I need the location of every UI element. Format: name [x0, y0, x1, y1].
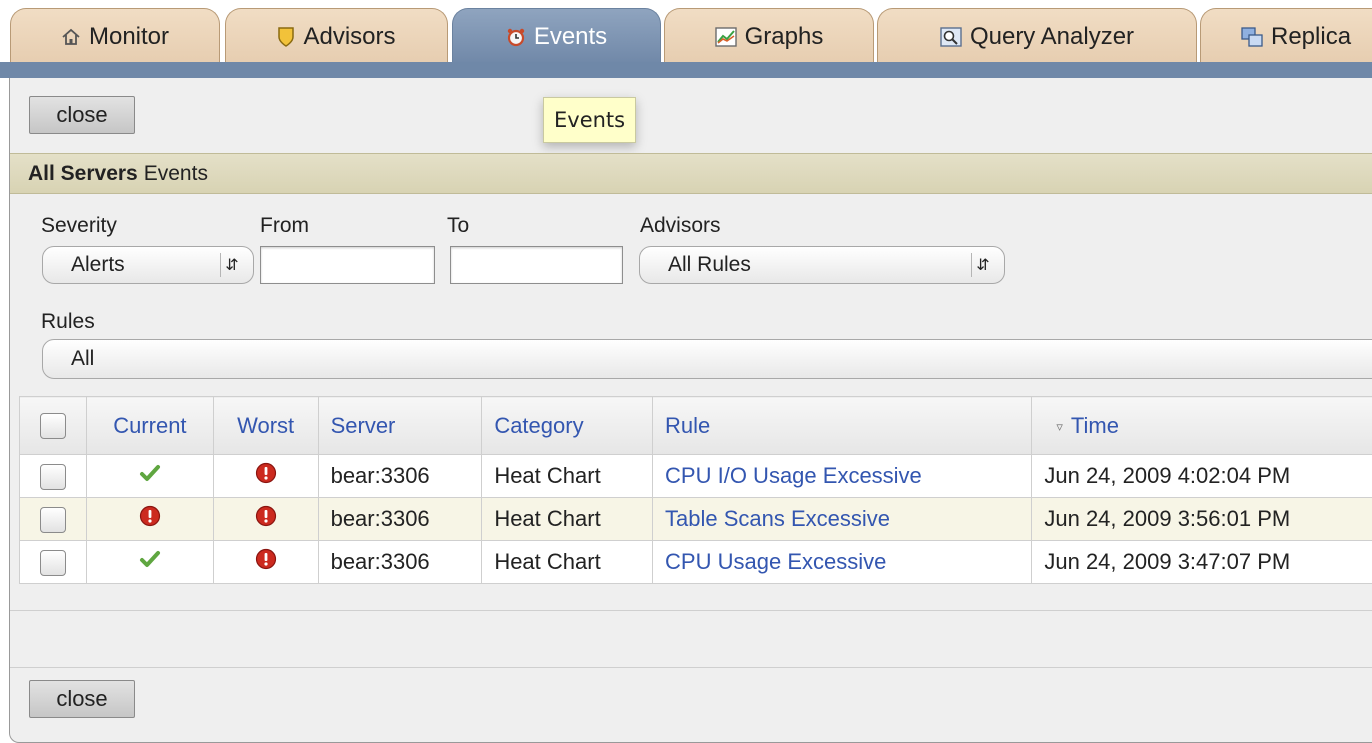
category-cell: Heat Chart	[482, 455, 653, 498]
tab-label: Graphs	[745, 23, 824, 51]
tab-label: Advisors	[303, 23, 395, 51]
worst-status-cell	[213, 455, 318, 498]
rule-cell: CPU Usage Excessive	[653, 541, 1032, 584]
severity-select[interactable]: Alerts ⇵	[42, 246, 254, 284]
server-cell: bear:3306	[318, 498, 482, 541]
worst-status-cell	[213, 498, 318, 541]
section-header-bold: All Servers	[28, 162, 138, 186]
graph-icon	[715, 27, 737, 47]
section-header-rest: Events	[144, 162, 208, 186]
rule-link[interactable]: Table Scans Excessive	[665, 506, 890, 531]
time-cell: Jun 24, 2009 3:47:07 PM	[1032, 541, 1372, 584]
alert-icon	[255, 507, 277, 532]
select-all-checkbox[interactable]	[40, 413, 66, 439]
rules-label: Rules	[41, 310, 95, 334]
time-cell: Jun 24, 2009 3:56:01 PM	[1032, 498, 1372, 541]
from-label: From	[260, 214, 309, 238]
worst-status-cell	[213, 541, 318, 584]
current-status-cell	[87, 455, 214, 498]
tab-events[interactable]: Events	[452, 8, 661, 64]
tab-monitor[interactable]: Monitor	[10, 8, 220, 64]
tab-label: Monitor	[89, 23, 169, 51]
rule-link[interactable]: CPU Usage Excessive	[665, 549, 886, 574]
shield-icon	[277, 26, 295, 48]
column-header-category[interactable]: Category	[482, 397, 653, 455]
tab-label: Query Analyzer	[970, 23, 1134, 51]
time-cell: Jun 24, 2009 4:02:04 PM	[1032, 455, 1372, 498]
column-header-time[interactable]: ▿ Time	[1032, 397, 1372, 455]
tab-replication[interactable]: Replica	[1200, 8, 1372, 64]
advisors-select[interactable]: All Rules ⇵	[639, 246, 1005, 284]
from-date-input[interactable]	[260, 246, 435, 284]
server-cell: bear:3306	[318, 541, 482, 584]
table-header-row: Current Worst Server Category Rule ▿ Time	[20, 397, 1372, 455]
to-date-input[interactable]	[450, 246, 623, 284]
row-checkbox[interactable]	[40, 507, 66, 533]
magnifier-icon	[940, 27, 962, 47]
section-header: All Servers Events	[10, 153, 1372, 194]
column-header-rule[interactable]: Rule	[653, 397, 1032, 455]
table-row[interactable]: bear:3306 Heat Chart CPU Usage Excessive…	[20, 541, 1372, 584]
select-all-header[interactable]	[20, 397, 87, 455]
tab-query-analyzer[interactable]: Query Analyzer	[877, 8, 1197, 64]
row-select-cell[interactable]	[20, 455, 87, 498]
updown-arrows-icon: ⇵	[971, 253, 994, 277]
rule-cell: Table Scans Excessive	[653, 498, 1032, 541]
row-select-cell[interactable]	[20, 541, 87, 584]
tooltip: Events	[543, 97, 636, 143]
to-label: To	[447, 214, 469, 238]
table-row[interactable]: bear:3306 Heat Chart CPU I/O Usage Exces…	[20, 455, 1372, 498]
column-header-worst[interactable]: Worst	[213, 397, 318, 455]
category-cell: Heat Chart	[482, 498, 653, 541]
events-panel: close Events All Servers Events Severity…	[9, 78, 1372, 743]
check-icon	[139, 549, 161, 574]
close-button-bottom[interactable]: close	[29, 680, 135, 718]
sort-descending-icon: ▿	[1056, 419, 1063, 435]
severity-label: Severity	[41, 214, 117, 238]
alarm-clock-icon	[506, 27, 526, 47]
advisors-value: All Rules	[668, 253, 751, 277]
column-header-server[interactable]: Server	[318, 397, 482, 455]
updown-arrows-icon: ⇵	[220, 253, 243, 277]
alert-icon	[139, 507, 161, 532]
rule-cell: CPU I/O Usage Excessive	[653, 455, 1032, 498]
table-row[interactable]: bear:3306 Heat Chart Table Scans Excessi…	[20, 498, 1372, 541]
alert-icon	[255, 550, 277, 575]
tab-label: Events	[534, 23, 607, 51]
current-status-cell	[87, 541, 214, 584]
house-icon	[61, 27, 81, 47]
tab-graphs[interactable]: Graphs	[664, 8, 874, 64]
rules-select[interactable]: All	[42, 339, 1372, 379]
row-select-cell[interactable]	[20, 498, 87, 541]
tab-underline-bar	[0, 62, 1372, 78]
column-header-current[interactable]: Current	[87, 397, 214, 455]
row-checkbox[interactable]	[40, 464, 66, 490]
tab-bar: Monitor Advisors Events Graphs Query Ana…	[0, 0, 1372, 64]
category-cell: Heat Chart	[482, 541, 653, 584]
rule-link[interactable]: CPU I/O Usage Excessive	[665, 463, 922, 488]
server-cell: bear:3306	[318, 455, 482, 498]
severity-value: Alerts	[71, 253, 125, 277]
close-button-top[interactable]: close	[29, 96, 135, 134]
check-icon	[139, 463, 161, 488]
advisors-label: Advisors	[640, 214, 721, 238]
column-header-time-label: Time	[1071, 413, 1119, 438]
row-checkbox[interactable]	[40, 550, 66, 576]
tab-label: Replica	[1271, 23, 1351, 51]
alert-icon	[255, 464, 277, 489]
replication-icon	[1241, 27, 1263, 47]
rules-value: All	[71, 347, 94, 371]
tab-advisors[interactable]: Advisors	[225, 8, 448, 64]
current-status-cell	[87, 498, 214, 541]
events-table: Current Worst Server Category Rule ▿ Time	[19, 396, 1372, 584]
table-empty-area	[10, 610, 1372, 668]
